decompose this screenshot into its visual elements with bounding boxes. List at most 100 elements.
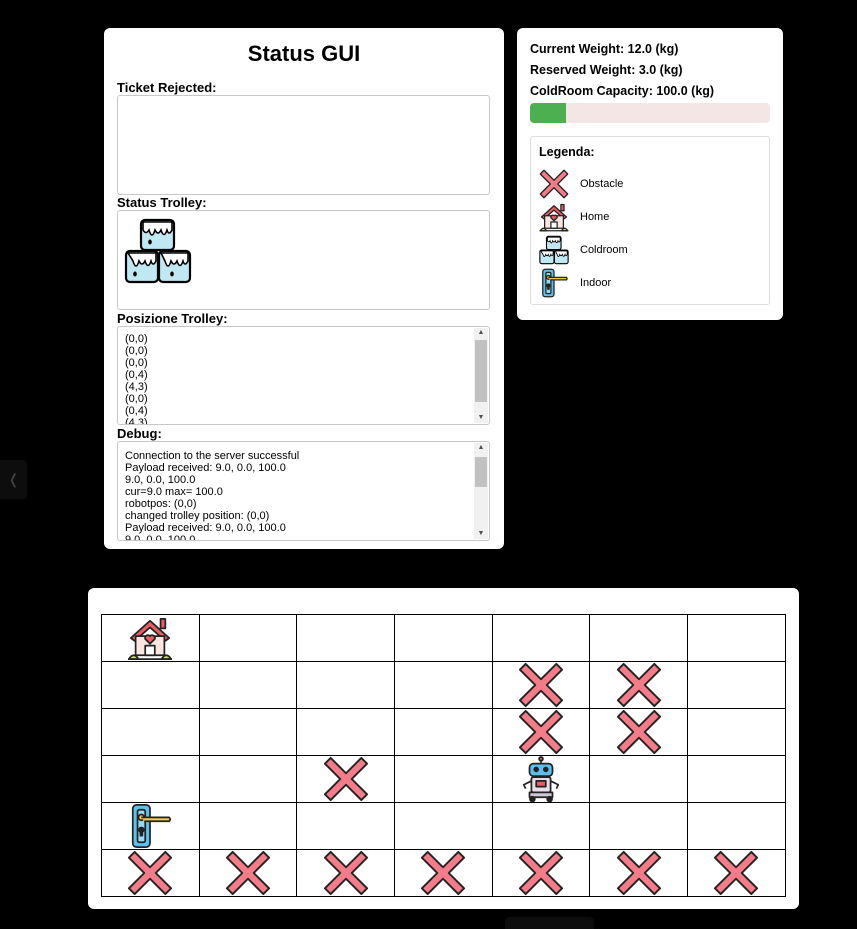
grid-cell [394, 708, 493, 756]
debug-line: Payload received: 9.0, 0.0, 100.0 [125, 522, 286, 534]
grid-cell [198, 755, 298, 803]
status-panel: Status GUI Ticket Rejected: Status Troll… [104, 28, 504, 549]
grid-cell [101, 708, 200, 756]
legend-label: Coldroom [580, 243, 628, 256]
legend-item-obstacle: Obstacle [539, 167, 761, 200]
obstacle-icon [493, 850, 590, 896]
coldroom-icon [539, 235, 569, 265]
debug-scrollbar[interactable]: ▲ ▼ [474, 443, 488, 539]
position-entry: (0,4) [125, 405, 148, 417]
reserved-weight: Reserved Weight: 3.0 (kg) [530, 62, 683, 77]
coldroom-icon [124, 218, 192, 289]
debug-log[interactable]: Connection to the server successful Paylo… [117, 441, 490, 541]
legend-label: Obstacle [580, 177, 624, 190]
grid-cell [101, 614, 200, 662]
obstacle-icon [539, 169, 569, 199]
obstacle-icon [590, 662, 687, 708]
position-entry: (0,0) [125, 393, 148, 405]
grid-cell [198, 849, 298, 897]
grid-cell [589, 708, 689, 756]
obstacle-icon [688, 850, 785, 896]
grid-row [101, 755, 786, 803]
debug-line: Connection to the server successful [125, 450, 300, 462]
grid-cell [394, 849, 493, 897]
grid-cell [687, 802, 786, 850]
position-entry: (4,3) [125, 417, 148, 425]
position-entry: (4,3) [125, 381, 148, 393]
trolley-status-box [117, 210, 490, 310]
trolley-status-label: Status Trolley: [117, 195, 207, 210]
ticket-rejected-label: Ticket Rejected: [117, 80, 217, 95]
obstacle-icon [493, 662, 590, 708]
debug-line: Payload received: 9.0, 0.0, 100.0 [125, 462, 286, 474]
scroll-down-arrow-icon[interactable]: ▼ [474, 529, 488, 539]
grid-cell [296, 614, 396, 662]
chevron-left-icon[interactable]: ❬ [8, 471, 20, 487]
grid-cell [394, 661, 493, 709]
obstacle-icon [493, 709, 590, 755]
ticket-rejected-box[interactable] [117, 95, 490, 195]
grid-cell [491, 802, 591, 850]
capacity-progress-fill [530, 103, 566, 124]
grid-cell [101, 661, 200, 709]
grid-cell [589, 802, 689, 850]
legend-item-home: Home [539, 200, 761, 233]
legend-title: Legenda: [539, 145, 595, 160]
position-entry: (0,4) [125, 369, 148, 381]
debug-line: cur=9.0 max= 100.0 [125, 486, 223, 498]
scrollbar-thumb[interactable] [475, 457, 487, 487]
debug-label: Debug: [117, 426, 162, 441]
scroll-down-arrow-icon[interactable]: ▼ [474, 413, 488, 423]
grid-cell [296, 755, 396, 803]
room-map-grid [101, 614, 786, 897]
grid-cell [101, 849, 200, 897]
grid-cell [296, 802, 396, 850]
home-icon [102, 615, 199, 661]
map-panel [88, 588, 799, 909]
home-icon [539, 202, 569, 232]
grid-cell [296, 708, 396, 756]
legend-label: Home [580, 210, 610, 223]
grid-cell [589, 755, 689, 803]
scroll-up-arrow-icon[interactable]: ▲ [474, 443, 488, 453]
current-weight: Current Weight: 12.0 (kg) [530, 42, 679, 56]
position-entry: (0,0) [125, 357, 148, 369]
grid-cell [589, 849, 689, 897]
grid-cell [198, 708, 298, 756]
grid-row [101, 661, 786, 709]
legend-label: Indoor [580, 276, 612, 289]
scrollbar-thumb[interactable] [475, 340, 487, 402]
grid-row [101, 614, 786, 662]
grid-cell [491, 614, 591, 662]
obstacle-icon [590, 850, 687, 896]
obstacle-icon [102, 850, 199, 896]
indoor-icon [102, 803, 199, 849]
weight-panel: Current Weight: 12.0 (kg) Reserved Weigh… [517, 28, 783, 320]
grid-cell [687, 661, 786, 709]
side-collapse-tab[interactable]: ❬ [0, 460, 27, 499]
grid-cell [394, 755, 493, 803]
legend-item-indoor: Indoor [539, 266, 761, 299]
indoor-icon [539, 268, 569, 298]
grid-cell [491, 708, 591, 756]
position-entry: (0,0) [125, 333, 148, 345]
debug-line: 9.0, 0.0, 100.0 [125, 474, 196, 486]
grid-cell [101, 802, 200, 850]
grid-cell [491, 849, 591, 897]
bottom-tab[interactable] [505, 917, 594, 929]
position-scrollbar[interactable]: ▲ ▼ [474, 328, 488, 423]
legend-item-coldroom: Coldroom [539, 233, 761, 266]
grid-cell [491, 755, 591, 803]
robot-icon [493, 756, 590, 802]
debug-line: 9.0, 0.0, 100.0 [125, 534, 196, 541]
trolley-position-entries: (0,0) (0,0) (0,0) (0,4) (4,3) (0,0) (0,4) (4,3) [118, 327, 489, 425]
trolley-position-list[interactable]: (0,0) (0,0) (0,0) (0,4) (4,3) (0,0) (0,4) (4,3)… [117, 326, 490, 425]
position-entry: (0,0) [125, 345, 148, 357]
debug-entries: Connection to the server successful Paylo… [118, 442, 489, 541]
grid-cell [198, 661, 298, 709]
grid-cell [394, 802, 493, 850]
capacity-progress-bar [530, 103, 770, 124]
grid-cell [491, 661, 591, 709]
scroll-up-arrow-icon[interactable]: ▲ [474, 328, 488, 338]
grid-cell [589, 614, 689, 662]
